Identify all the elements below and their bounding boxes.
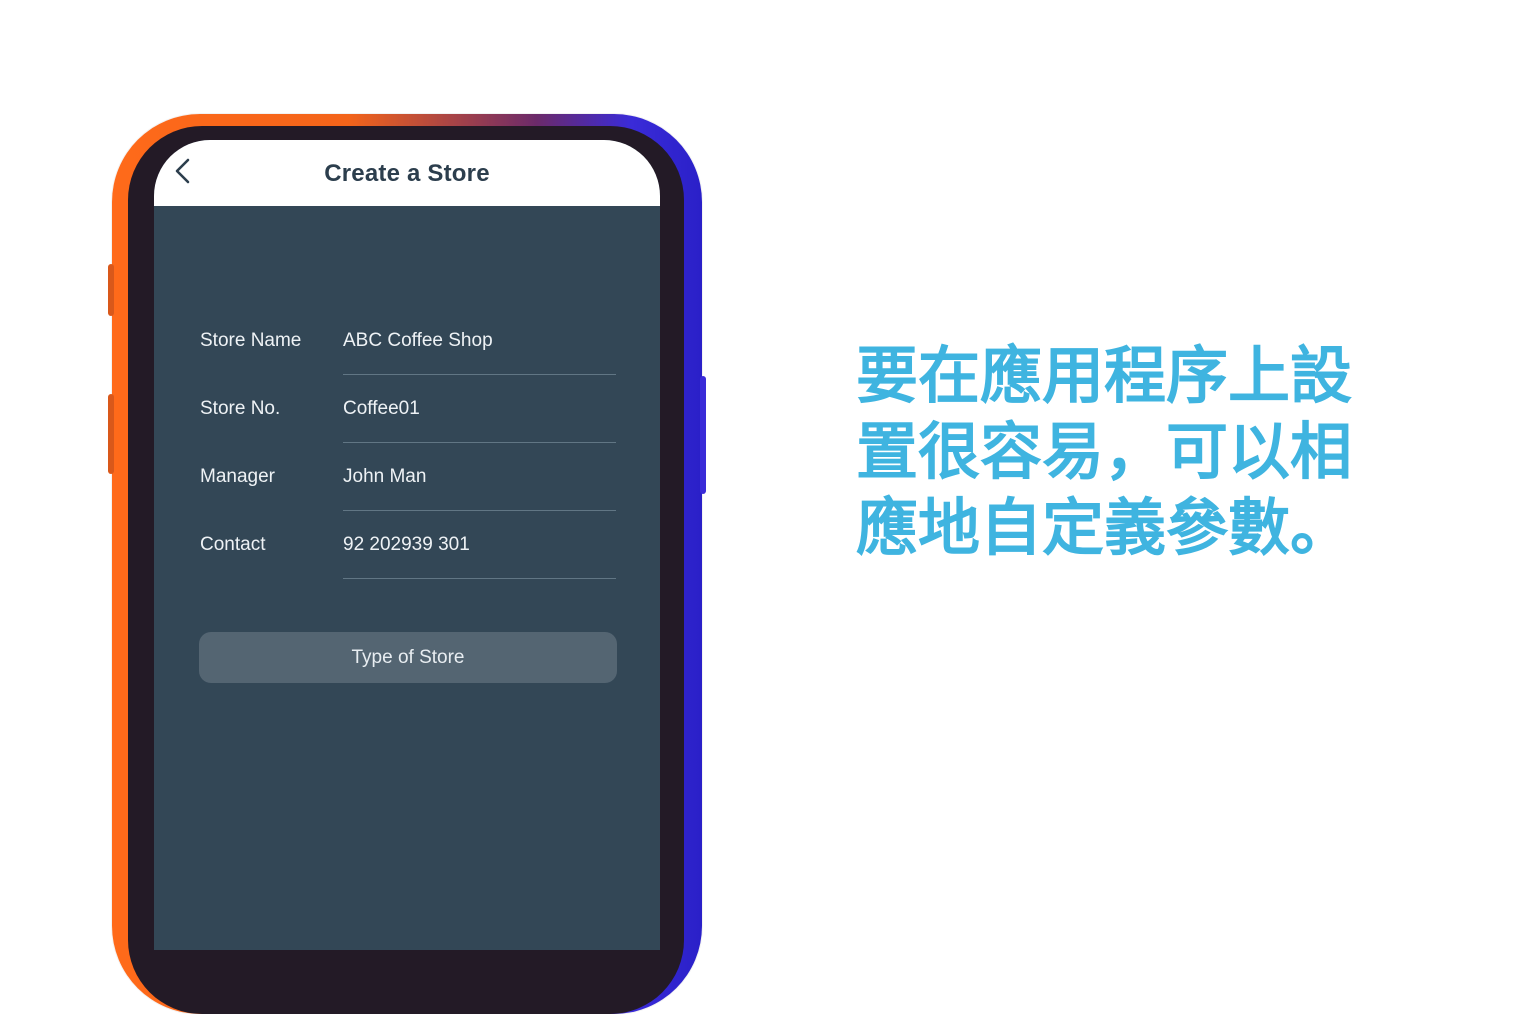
- contact-label: Contact: [200, 534, 266, 555]
- phone-side-button: [108, 394, 114, 474]
- form-row-store-name: Store Name ABC Coffee Shop: [200, 316, 616, 384]
- phone-side-button: [108, 264, 114, 316]
- field-underline: [343, 374, 616, 375]
- field-underline: [343, 510, 616, 511]
- store-name-label: Store Name: [200, 330, 302, 351]
- store-no-field[interactable]: Coffee01: [343, 398, 420, 420]
- form-row-manager: Manager John Man: [200, 452, 616, 520]
- app-header: Create a Store: [154, 140, 660, 206]
- caption-line: 要在應用程序上設: [856, 339, 1353, 412]
- page-title: Create a Store: [324, 160, 490, 187]
- manager-field[interactable]: John Man: [343, 466, 426, 488]
- phone-screen: Create a Store Store Name ABC Coffee Sho…: [154, 140, 660, 950]
- caption-line: 應地自定義參數。: [856, 491, 1353, 564]
- phone-side-button: [700, 376, 706, 494]
- caption-line: 置很容易，可以相: [856, 415, 1353, 488]
- type-of-store-button[interactable]: Type of Store: [199, 632, 617, 683]
- store-no-label: Store No.: [200, 398, 281, 419]
- manager-label: Manager: [200, 466, 275, 487]
- field-underline: [343, 578, 616, 579]
- store-form: Store Name ABC Coffee Shop Store No. Cof…: [200, 316, 616, 588]
- contact-field[interactable]: 92 202939 301: [343, 534, 470, 556]
- caption-text: 要在應用程序上設 置很容易，可以相 應地自定義參數。: [856, 338, 1376, 566]
- form-row-contact: Contact 92 202939 301: [200, 520, 616, 588]
- store-name-field[interactable]: ABC Coffee Shop: [343, 330, 493, 352]
- field-underline: [343, 442, 616, 443]
- form-row-store-no: Store No. Coffee01: [200, 384, 616, 452]
